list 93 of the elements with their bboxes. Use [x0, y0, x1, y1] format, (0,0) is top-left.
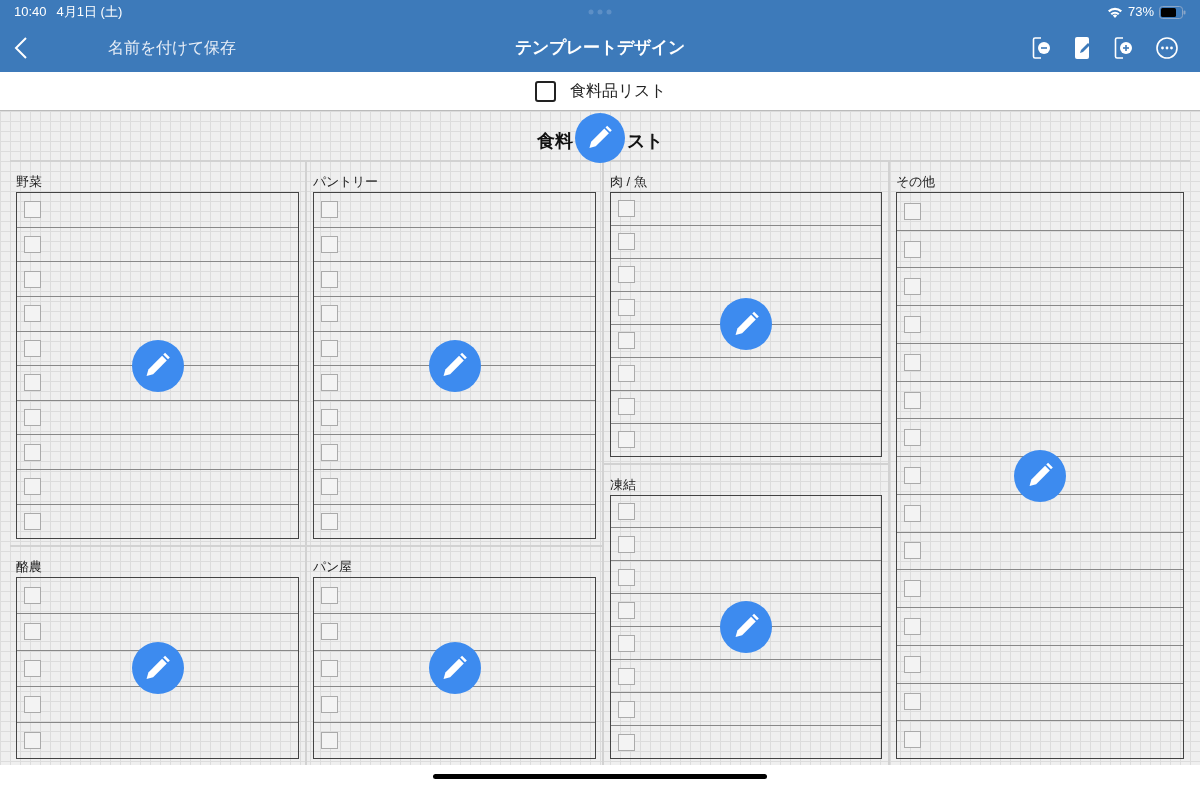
checkbox[interactable]: [904, 316, 921, 334]
checkbox[interactable]: [618, 733, 635, 751]
checkbox[interactable]: [24, 270, 41, 288]
checkbox[interactable]: [321, 235, 338, 253]
section-label: 野菜: [16, 173, 43, 191]
checkbox[interactable]: [618, 266, 635, 284]
edit-button[interactable]: [428, 642, 481, 695]
edit-button[interactable]: [428, 339, 481, 392]
checkbox[interactable]: [618, 233, 635, 251]
remove-page-icon[interactable]: [1032, 36, 1052, 60]
more-icon[interactable]: [1156, 37, 1178, 59]
checkbox[interactable]: [24, 731, 41, 749]
sheet-title: 食料: [537, 129, 573, 153]
checkbox[interactable]: [321, 270, 338, 288]
checkbox[interactable]: [24, 512, 41, 530]
checkbox[interactable]: [321, 587, 338, 605]
checkbox[interactable]: [904, 391, 921, 409]
save-as-button[interactable]: 名前を付けて保存: [108, 36, 236, 60]
checkbox[interactable]: [904, 731, 921, 749]
checkbox[interactable]: [24, 695, 41, 713]
checkbox[interactable]: [321, 409, 338, 427]
checkbox[interactable]: [321, 695, 338, 713]
checkbox[interactable]: [618, 568, 635, 586]
checkbox[interactable]: [24, 478, 41, 496]
checkbox[interactable]: [904, 542, 921, 560]
checkbox[interactable]: [618, 200, 635, 218]
checkbox[interactable]: [618, 667, 635, 685]
checkbox[interactable]: [321, 339, 338, 357]
checkbox[interactable]: [618, 332, 635, 350]
checkbox[interactable]: [904, 240, 921, 258]
checkbox[interactable]: [904, 278, 921, 296]
checkbox[interactable]: [24, 339, 41, 357]
checkbox[interactable]: [904, 504, 921, 522]
checkbox[interactable]: [24, 305, 41, 323]
status-time: 10:40: [14, 3, 47, 22]
checkbox[interactable]: [24, 623, 41, 641]
checkbox[interactable]: [904, 693, 921, 711]
checkbox[interactable]: [24, 235, 41, 253]
checkbox[interactable]: [534, 80, 556, 102]
edit-page-icon[interactable]: [1074, 36, 1092, 60]
checkbox[interactable]: [321, 659, 338, 677]
wifi-icon: [1106, 6, 1123, 18]
checkbox[interactable]: [618, 398, 635, 416]
battery-icon: [1159, 5, 1186, 19]
checkbox[interactable]: [321, 731, 338, 749]
checkbox[interactable]: [321, 374, 338, 392]
section-label: 凍結: [610, 475, 637, 494]
checkbox[interactable]: [904, 655, 921, 673]
checkbox[interactable]: [24, 587, 41, 605]
checkbox[interactable]: [904, 467, 921, 484]
checkbox[interactable]: [321, 512, 338, 530]
edit-button[interactable]: [575, 113, 625, 163]
edit-button[interactable]: [1014, 449, 1066, 502]
checkbox[interactable]: [618, 431, 635, 449]
checkbox[interactable]: [321, 443, 338, 461]
checkbox[interactable]: [904, 617, 921, 635]
edit-button[interactable]: [131, 339, 184, 392]
section-label: その他: [896, 173, 936, 191]
checkbox[interactable]: [618, 535, 635, 553]
sheet-title: スト: [627, 129, 663, 153]
battery-percentage: 73%: [1127, 3, 1154, 22]
checkbox[interactable]: [904, 580, 921, 598]
multitask-dots-icon: [588, 9, 612, 15]
checkbox[interactable]: [618, 601, 635, 619]
checkbox[interactable]: [618, 634, 635, 652]
screen-title: テンプレートデザイン: [515, 37, 685, 60]
edit-button[interactable]: [720, 298, 772, 351]
checkbox[interactable]: [904, 202, 921, 220]
checkbox[interactable]: [24, 409, 41, 427]
checkbox[interactable]: [321, 478, 338, 496]
checkbox[interactable]: [24, 201, 41, 219]
checkbox[interactable]: [24, 374, 41, 392]
edit-button[interactable]: [131, 642, 184, 695]
checkbox[interactable]: [321, 623, 338, 641]
add-page-icon[interactable]: [1114, 36, 1134, 60]
checkbox[interactable]: [321, 201, 338, 219]
checkbox[interactable]: [321, 305, 338, 323]
section-label: パン屋: [313, 558, 353, 577]
checkbox[interactable]: [618, 502, 635, 520]
edit-button[interactable]: [720, 600, 772, 653]
status-date: 4月1日 (土): [56, 3, 123, 22]
back-icon[interactable]: [14, 36, 28, 60]
template-name: 食料品リスト: [569, 81, 666, 101]
checkbox[interactable]: [904, 429, 921, 447]
checkbox[interactable]: [24, 443, 41, 461]
checkbox[interactable]: [618, 365, 635, 383]
section-label: 酪農: [16, 558, 43, 577]
checkbox[interactable]: [24, 659, 41, 677]
checkbox[interactable]: [618, 299, 635, 317]
section-label: パントリー: [313, 173, 379, 191]
checkbox[interactable]: [618, 700, 635, 718]
checkbox[interactable]: [904, 353, 921, 371]
section-label: 肉 / 魚: [610, 173, 648, 191]
